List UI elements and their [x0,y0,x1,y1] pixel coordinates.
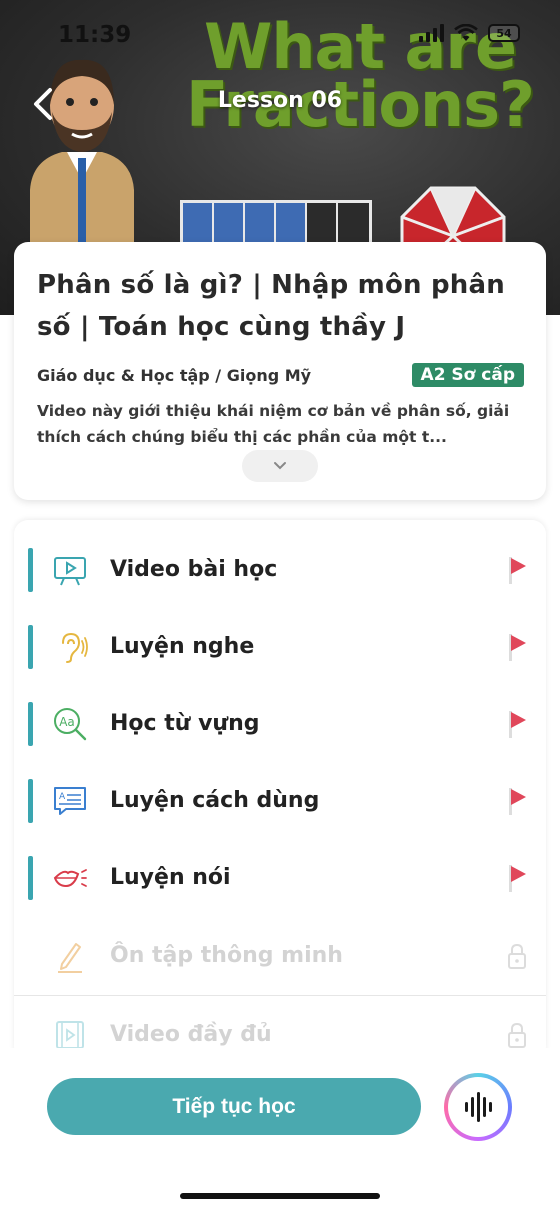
vocabulary-search-icon: Aa [54,707,87,740]
activity-label: Ôn tập thông minh [110,943,343,968]
lesson-title: Phân số là gì? | Nhập môn phân số | Toán… [37,270,505,342]
mouth-speaking-icon [53,868,87,887]
progress-accent-bar [28,856,33,900]
level-badge: A2 Sơ cấp [411,363,524,387]
status-icons: 54 [419,24,520,42]
wifi-icon [454,24,478,41]
activity-label: Luyện nói [110,865,231,890]
progress-accent-bar [28,702,33,746]
lesson-meta-row: Giáo dục & Học tập / Giọng Mỹ A2 Sơ cấp [37,362,524,388]
lesson-number-title: Lesson 06 [217,88,343,113]
bottom-action-bar: Tiếp tục học [0,1048,560,1212]
activity-speaking[interactable]: Luyện nói [14,839,546,916]
progress-accent-bar [28,548,33,592]
activity-usage-practice[interactable]: A Luyện cách dùng [14,762,546,839]
pencil-icon [58,942,82,973]
flag-icon[interactable] [506,863,528,893]
expand-description-button[interactable] [242,450,318,482]
status-time: 11:39 [58,22,132,48]
flag-icon[interactable] [506,632,528,662]
progress-accent-bar [28,779,33,823]
activity-label: Luyện nghe [110,634,255,659]
usage-card-icon: A [54,786,86,815]
activity-label: Video bài học [110,557,278,582]
svg-text:Aa: Aa [59,715,75,729]
home-indicator [180,1193,380,1199]
signal-icon [419,24,444,42]
teacher-avatar [30,59,134,250]
activity-label: Video đầy đủ [110,1022,272,1047]
lock-icon [508,943,526,969]
activity-video-lesson[interactable]: Video bài học [14,531,546,608]
progress-accent-bar [28,625,33,669]
flag-icon[interactable] [506,786,528,816]
lesson-category: Giáo dục & Học tập / Giọng Mỹ [37,365,312,385]
flag-icon[interactable] [506,709,528,739]
continue-learning-button[interactable]: Tiếp tục học [47,1078,421,1135]
soundwave-icon [448,1077,508,1137]
battery-icon: 54 [488,24,520,42]
lesson-activity-list: Video bài học Luyện nghe Aa Học từ vựng [14,520,546,1060]
flag-icon[interactable] [506,555,528,585]
activity-vocabulary[interactable]: Aa Học từ vựng [14,685,546,762]
chevron-down-icon [274,462,286,470]
lesson-info-card: Phân số là gì? | Nhập môn phân số | Toán… [14,242,546,500]
voice-assistant-button[interactable] [444,1073,512,1141]
svg-text:A: A [59,792,66,802]
activity-smart-review[interactable]: Ôn tập thông minh [14,917,546,994]
activity-label: Học từ vựng [110,711,260,736]
lesson-description: Video này giới thiệu khái niệm cơ bản về… [37,402,510,446]
video-lesson-icon [54,556,86,585]
ear-icon [62,632,88,663]
activity-label: Luyện cách dùng [110,788,320,813]
activity-listening[interactable]: Luyện nghe [14,608,546,685]
lock-icon [508,1022,526,1048]
